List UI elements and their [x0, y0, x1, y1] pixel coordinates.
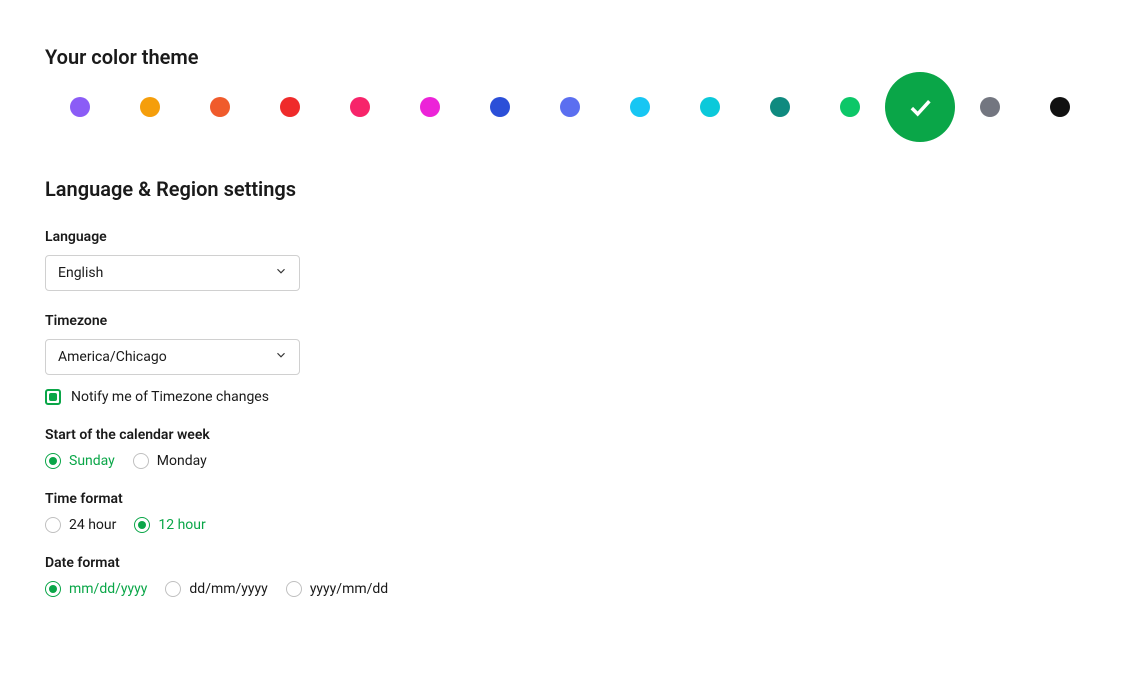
date-format-radio[interactable] — [45, 581, 61, 597]
color-swatch-indigo[interactable] — [560, 97, 580, 117]
color-swatch-cyan[interactable] — [700, 97, 720, 117]
color-swatch-orange-red[interactable] — [210, 97, 230, 117]
start-of-week-field: Start of the calendar week Sunday Monday — [45, 427, 1097, 469]
timezone-notify-checkbox[interactable] — [45, 389, 61, 405]
color-swatch-teal[interactable] — [770, 97, 790, 117]
color-swatch-row — [45, 97, 1097, 117]
date-format-radio[interactable] — [286, 581, 302, 597]
timezone-notify-label: Notify me of Timezone changes — [71, 389, 269, 405]
timezone-label: Timezone — [45, 313, 1097, 329]
start-of-week-radio[interactable] — [133, 453, 149, 469]
date-format-field: Date format mm/dd/yyyy dd/mm/yyyy yyyy/mm/… — [45, 555, 1097, 597]
language-value: English — [58, 265, 103, 281]
date-format-radio-label: mm/dd/yyyy — [69, 581, 147, 597]
date-format-option[interactable]: dd/mm/yyyy — [165, 581, 267, 597]
color-swatch-black[interactable] — [1050, 97, 1070, 117]
color-swatch-purple[interactable] — [70, 97, 90, 117]
timezone-notify-checkbox-row[interactable]: Notify me of Timezone changes — [45, 389, 1097, 405]
start-of-week-option[interactable]: Monday — [133, 453, 207, 469]
start-of-week-radio[interactable] — [45, 453, 61, 469]
color-swatch-gray[interactable] — [980, 97, 1000, 117]
time-format-radio[interactable] — [134, 517, 150, 533]
language-field: Language English — [45, 229, 1097, 291]
color-swatch-pink[interactable] — [350, 97, 370, 117]
start-of-week-label: Start of the calendar week — [45, 427, 1097, 443]
time-format-label: Time format — [45, 491, 1097, 507]
time-format-radio-label: 12 hour — [158, 517, 205, 533]
timezone-field: Timezone America/Chicago Notify me of Ti… — [45, 313, 1097, 405]
time-format-radio-label: 24 hour — [69, 517, 116, 533]
color-swatch-magenta[interactable] — [420, 97, 440, 117]
time-format-option[interactable]: 24 hour — [45, 517, 116, 533]
timezone-select[interactable]: America/Chicago — [45, 339, 300, 375]
color-swatch-emerald[interactable] — [840, 97, 860, 117]
time-format-option[interactable]: 12 hour — [134, 517, 205, 533]
date-format-radio[interactable] — [165, 581, 181, 597]
start-of-week-options: Sunday Monday — [45, 453, 1097, 469]
color-swatch-orange[interactable] — [140, 97, 160, 117]
color-swatch-red[interactable] — [280, 97, 300, 117]
time-format-options: 24 hour 12 hour — [45, 517, 1097, 533]
color-swatch-green[interactable] — [885, 72, 955, 142]
date-format-label: Date format — [45, 555, 1097, 571]
date-format-radio-label: yyyy/mm/dd — [310, 581, 388, 597]
date-format-option[interactable]: yyyy/mm/dd — [286, 581, 388, 597]
color-swatch-blue[interactable] — [490, 97, 510, 117]
time-format-radio[interactable] — [45, 517, 61, 533]
start-of-week-option[interactable]: Sunday — [45, 453, 115, 469]
check-icon — [906, 93, 934, 121]
date-format-radio-label: dd/mm/yyyy — [189, 581, 267, 597]
start-of-week-radio-label: Monday — [157, 453, 207, 469]
date-format-options: mm/dd/yyyy dd/mm/yyyy yyyy/mm/dd — [45, 581, 1097, 597]
date-format-option[interactable]: mm/dd/yyyy — [45, 581, 147, 597]
start-of-week-radio-label: Sunday — [69, 453, 115, 469]
color-swatch-sky[interactable] — [630, 97, 650, 117]
language-region-title: Language & Region settings — [45, 177, 1097, 201]
color-theme-title: Your color theme — [45, 45, 1097, 69]
timezone-value: America/Chicago — [58, 349, 167, 365]
time-format-field: Time format 24 hour 12 hour — [45, 491, 1097, 533]
language-select[interactable]: English — [45, 255, 300, 291]
language-label: Language — [45, 229, 1097, 245]
